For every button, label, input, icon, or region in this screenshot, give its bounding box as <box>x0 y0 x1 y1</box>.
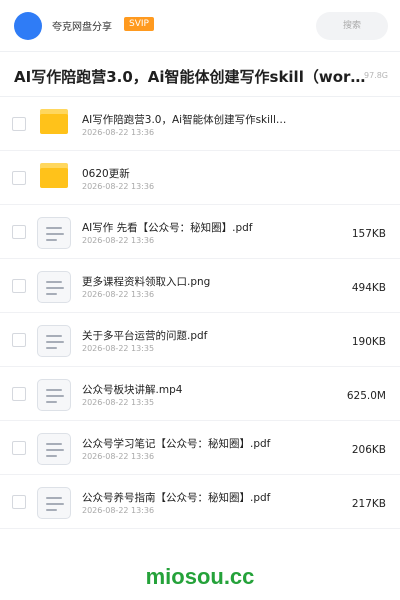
row-checkbox[interactable] <box>12 279 26 293</box>
row-checkbox[interactable] <box>12 441 26 455</box>
file-row[interactable]: 公众号养号指南【公众号：秘知圈】.pdf 2026-08-22 13:36 217K… <box>0 475 400 529</box>
file-date: 2026-08-22 13:36 <box>82 452 155 461</box>
avatar[interactable] <box>14 12 42 40</box>
file-row[interactable]: AI写作 先看【公众号：秘知圈】.pdf 2026-08-22 13:36 157K… <box>0 205 400 259</box>
file-date: 2026-08-22 13:35 <box>82 344 155 353</box>
file-name[interactable]: 关于多平台运营的问题.pdf <box>82 328 297 343</box>
page-title: AI写作陪跑营3.0，Ai智能体创建写作skill（workb… <box>14 68 374 86</box>
top-header: 夸克网盘分享 SVIP <box>0 0 400 52</box>
document-icon <box>37 325 71 357</box>
row-checkbox[interactable] <box>12 225 26 239</box>
file-row[interactable]: 公众号板块讲解.mp4 2026-08-22 13:35 625.0M <box>0 367 400 421</box>
file-name[interactable]: 更多课程资料领取入口.png <box>82 274 297 289</box>
file-date: 2026-08-22 13:36 <box>82 236 155 245</box>
row-checkbox[interactable] <box>12 495 26 509</box>
file-row[interactable]: 关于多平台运营的问题.pdf 2026-08-22 13:35 190KB <box>0 313 400 367</box>
document-icon <box>37 217 71 249</box>
file-date: 2026-08-22 13:36 <box>82 182 155 191</box>
file-size: 494KB <box>351 282 386 294</box>
file-name[interactable]: 公众号学习笔记【公众号：秘知圈】.pdf <box>82 436 297 451</box>
folder-icon <box>40 109 68 134</box>
row-checkbox[interactable] <box>12 387 26 401</box>
watermark-brand: miosou.cc <box>145 564 255 589</box>
folder-row[interactable]: 0620更新 2026-08-22 13:36 <box>0 151 400 205</box>
file-name[interactable]: AI写作 先看【公众号：秘知圈】.pdf <box>82 220 297 235</box>
row-checkbox[interactable] <box>12 333 26 347</box>
file-name[interactable]: 公众号养号指南【公众号：秘知圈】.pdf <box>82 490 297 505</box>
file-row[interactable]: 更多课程资料领取入口.png 2026-08-22 13:36 494KB <box>0 259 400 313</box>
file-size: 190KB <box>351 336 386 348</box>
file-size: 217KB <box>351 498 386 510</box>
folder-icon <box>40 163 68 188</box>
row-checkbox[interactable] <box>12 171 26 185</box>
share-owner-name: 夸克网盘分享 <box>52 22 112 33</box>
search-input[interactable] <box>316 12 388 40</box>
document-icon <box>37 487 71 519</box>
folder-row[interactable]: AI写作陪跑营3.0，Ai智能体创建写作skill… 2026-08-22 13:… <box>0 97 400 151</box>
folder-title-bar: AI写作陪跑营3.0，Ai智能体创建写作skill（workb… 97.8G <box>0 52 400 97</box>
document-icon <box>37 433 71 465</box>
file-name[interactable]: 公众号板块讲解.mp4 <box>82 382 297 397</box>
file-size: 206KB <box>351 444 386 456</box>
file-list: AI写作陪跑营3.0，Ai智能体创建写作skill… 2026-08-22 13:… <box>0 97 400 529</box>
svip-badge: SVIP <box>124 17 154 31</box>
file-name[interactable]: AI写作陪跑营3.0，Ai智能体创建写作skill… <box>82 112 297 127</box>
total-size: 97.8G <box>363 71 388 80</box>
file-date: 2026-08-22 13:35 <box>82 398 155 407</box>
document-icon <box>37 379 71 411</box>
file-date: 2026-08-22 13:36 <box>82 128 155 137</box>
document-icon <box>37 271 71 303</box>
file-row[interactable]: 公众号学习笔记【公众号：秘知圈】.pdf 2026-08-22 13:36 206K… <box>0 421 400 475</box>
file-date: 2026-08-22 13:36 <box>82 290 155 299</box>
file-date: 2026-08-22 13:36 <box>82 506 155 515</box>
file-size: 157KB <box>351 228 386 240</box>
file-name[interactable]: 0620更新 <box>82 166 297 181</box>
row-checkbox[interactable] <box>12 117 26 131</box>
file-size: 625.0M <box>346 390 386 402</box>
